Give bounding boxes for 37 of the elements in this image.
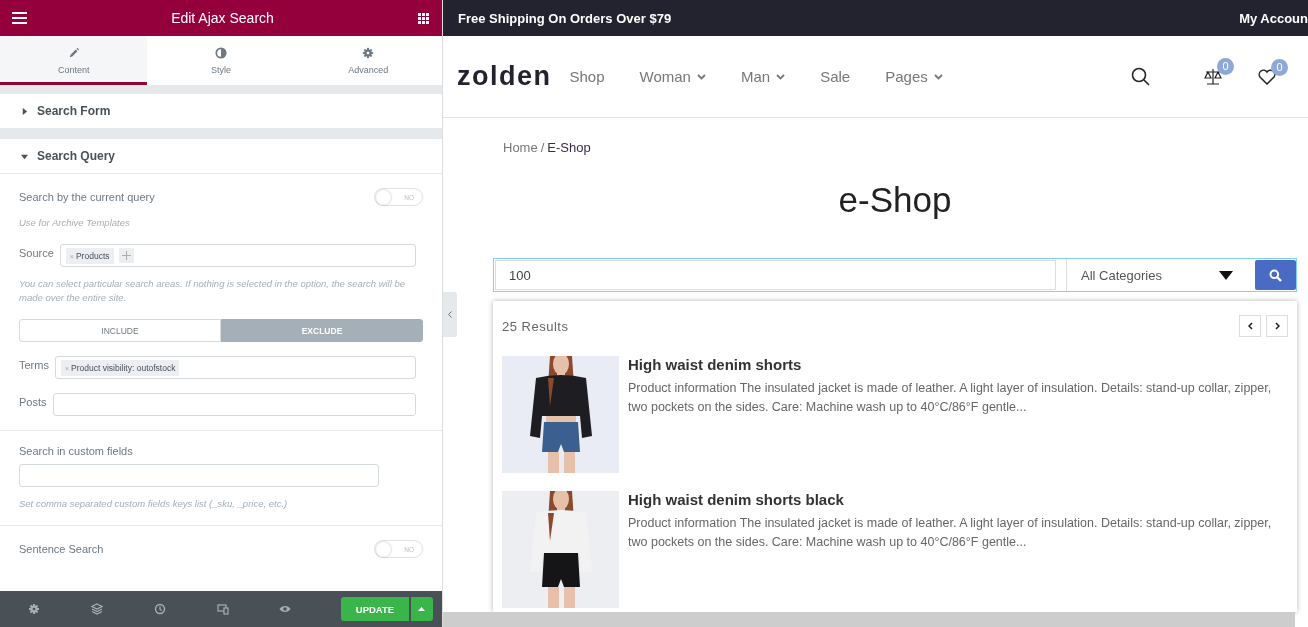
breadcrumb-current: E-Shop (547, 140, 591, 155)
field-label: Search by the current query (19, 191, 155, 203)
result-title[interactable]: High waist denim shorts black (628, 491, 1288, 508)
update-button[interactable]: UPDATE (341, 597, 409, 621)
panel-tab[interactable]: Advanced (294, 36, 442, 85)
nav-link[interactable]: Shop (569, 68, 605, 85)
field-label: Sentence Search (19, 543, 104, 555)
panel-title: Edit Ajax Search (171, 10, 274, 26)
nav-link[interactable]: Man (740, 68, 786, 85)
panel-tab[interactable]: Content (0, 36, 148, 85)
page-title: e-Shop (837, 180, 953, 221)
panel-tab[interactable]: Style (147, 36, 295, 85)
nav-link[interactable]: Sale (820, 68, 851, 85)
category-dropdown[interactable]: All Categories (1066, 259, 1245, 291)
segment-button[interactable]: INCLUDE (19, 319, 221, 342)
nav-link[interactable]: Pages (885, 68, 943, 85)
logo[interactable]: zolden (457, 61, 552, 92)
field-label: Source (19, 247, 54, 259)
search-field[interactable]: 100 (495, 260, 1056, 290)
help-text: Set comma separated custom fields keys list (_sku, _price, etc.) (19, 497, 289, 511)
field-label: Posts (19, 396, 47, 408)
help-text: You can select particular search areas. If nothing is selected in the option, the search will be made over the entire site. (19, 277, 407, 305)
section-header[interactable]: Search Query (0, 139, 442, 174)
promo-text: Free Shipping On Orders Over $79 (458, 10, 672, 26)
result-description: Product information The insulated jacket is made of leather. A light layer of insulation. Details: stand-up collar, zipper, two pockets on the sides. Care: Machine wash up to 40°C/86°F gentle... (628, 380, 1273, 416)
field-label: Terms (19, 359, 49, 371)
count-badge: 0 (1271, 58, 1288, 76)
count-badge: 0 (1217, 57, 1234, 75)
help-text: Use for Archive Templates (19, 216, 131, 230)
nav-link[interactable]: Woman (639, 68, 706, 85)
account-link[interactable]: My Accoun (1239, 10, 1308, 26)
breadcrumb-link[interactable]: Home (503, 140, 538, 155)
field-label: Search in custom fields (19, 445, 134, 457)
result-title[interactable]: High waist denim shorts (628, 356, 1288, 373)
breadcrumb-separator: / (540, 140, 545, 155)
results-count: 25 Results (502, 318, 569, 334)
result-description: Product information The insulated jacket is made of leather. A light layer of insulation. Details: stand-up collar, zipper, two pockets on the sides. Care: Machine wash up to 40°C/86°F gentle... (628, 515, 1273, 551)
